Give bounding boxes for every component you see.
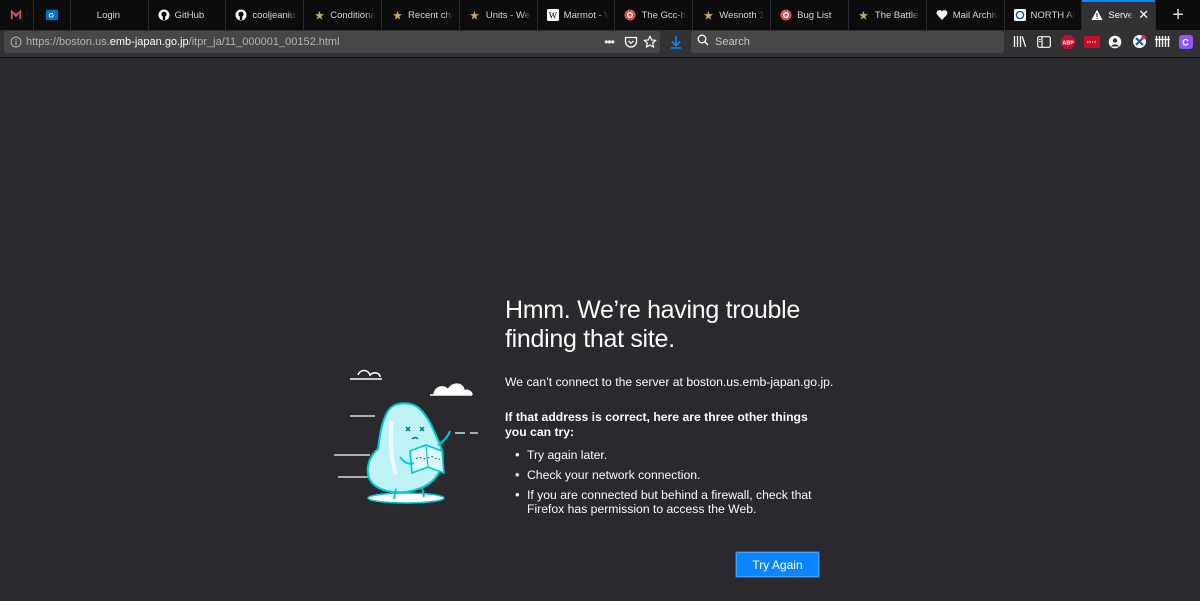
plus-icon: + [1172, 3, 1184, 26]
pinned-tab-mozilla[interactable] [0, 0, 34, 30]
library-button[interactable] [1010, 34, 1030, 54]
site-icon [1013, 9, 1026, 21]
suggestion-item: If you are connected but behind a firewa… [515, 488, 847, 516]
tab-bug-list[interactable]: Bug List [771, 0, 849, 30]
warning-icon [1091, 9, 1103, 21]
svg-text:W: W [548, 11, 557, 21]
tab-conditional[interactable]: Conditional [304, 0, 383, 30]
tab-login[interactable]: Login [71, 0, 149, 30]
account-button[interactable] [1105, 34, 1125, 54]
try-again-button[interactable]: Try Again [735, 551, 820, 578]
tab-github-repo[interactable]: cooljeanius/ [226, 0, 305, 30]
extension-button-4[interactable]: C [1176, 34, 1196, 54]
tab-wesnoth[interactable]: Wesnoth 1.1 [693, 0, 772, 30]
tab-server-not-found[interactable]: Server Not ✕ [1082, 0, 1157, 30]
url-text[interactable]: https://boston.us.emb-japan.go.jp/itpr_j… [26, 36, 340, 48]
tab-label: cooljeanius/ [252, 9, 297, 21]
search-bar[interactable] [691, 31, 1004, 53]
suggestions-heading: If that address is correct, here are thr… [505, 410, 808, 439]
wesnoth-icon [702, 9, 714, 21]
tab-label: Login [96, 9, 121, 21]
sidebar-icon [1037, 35, 1051, 53]
bookmark-star-icon[interactable] [641, 33, 659, 51]
wesnoth-icon [391, 9, 403, 21]
tab-north-america[interactable]: NORTH AME [1005, 0, 1083, 30]
blank-page-icon [80, 9, 92, 21]
tab-marmot[interactable]: W Marmot - W [538, 0, 616, 30]
error-title: Hmm. We’re having trouble finding that s… [505, 296, 800, 353]
tab-label: Bug List [797, 9, 832, 21]
extension-button-3[interactable] [1152, 34, 1172, 54]
wikipedia-icon: W [546, 9, 559, 21]
search-icon [697, 33, 709, 51]
tab-label: The Battle fo [874, 9, 920, 21]
adblock-plus-icon: ABP [1060, 34, 1076, 55]
bugzilla-icon [624, 9, 636, 21]
suggestion-item: Try again later. [515, 448, 847, 462]
info-icon[interactable] [6, 36, 26, 48]
tab-label: Wesnoth 1.1 [719, 9, 765, 21]
tab-github[interactable]: GitHub [149, 0, 227, 30]
url-bar[interactable]: https://boston.us.emb-japan.go.jp/itpr_j… [4, 31, 660, 53]
tab-label: Recent chan [408, 9, 453, 21]
sidebar-button[interactable] [1034, 34, 1054, 54]
tab-label: Conditional [330, 9, 376, 21]
suggestions-list: Try again later. Check your network conn… [505, 448, 847, 522]
wesnoth-icon [469, 9, 481, 21]
error-illustration [330, 365, 490, 510]
tab-label: Units - Wes [485, 9, 531, 21]
pocket-icon[interactable] [622, 33, 640, 51]
tab-units[interactable]: Units - Wes [460, 0, 538, 30]
adblock-badge-text: ABP [1062, 40, 1074, 46]
downloads-button[interactable] [666, 34, 686, 54]
extension-button-2[interactable] [1129, 34, 1149, 54]
account-icon [1108, 35, 1122, 54]
extension-icon [1084, 35, 1100, 53]
wesnoth-icon [313, 9, 325, 21]
suggestion-item: Check your network connection. [515, 468, 847, 482]
extension-icon: C [1179, 34, 1193, 54]
close-tab-icon[interactable]: ✕ [1138, 7, 1149, 23]
tab-mail-archive[interactable]: Mail Archive [927, 0, 1005, 30]
pinned-tab-outlook[interactable]: O [34, 0, 71, 30]
library-icon [1013, 35, 1027, 53]
new-tab-button[interactable]: + [1156, 0, 1200, 30]
url-prefix: https://boston.us. [26, 36, 110, 48]
tab-recent-changes[interactable]: Recent chan [382, 0, 460, 30]
url-domain: emb-japan.go.jp [109, 36, 189, 48]
error-description: We can’t connect to the server at boston… [505, 375, 834, 389]
tab-label: Server Not [1108, 9, 1134, 21]
tab-label: Mail Archive [952, 9, 998, 21]
page-actions-icon[interactable]: ••• [599, 33, 619, 51]
url-path: /itpr_ja/11_000001_00152.html [188, 36, 340, 48]
tab-label: The Gcc-bu [641, 9, 687, 21]
bugzilla-icon [780, 9, 792, 21]
svg-text:C: C [1182, 37, 1189, 47]
download-arrow-icon [669, 35, 683, 54]
tab-gcc-bugs[interactable]: The Gcc-bu [615, 0, 694, 30]
tab-battle[interactable]: The Battle fo [849, 0, 927, 30]
extension-button-1[interactable] [1082, 34, 1102, 54]
tab-strip: O Login GitHub cooljeanius/ Conditional … [0, 0, 1200, 30]
github-icon [158, 9, 170, 21]
outlook-icon: O [45, 9, 58, 21]
navigation-toolbar: https://boston.us.emb-japan.go.jp/itpr_j… [0, 30, 1200, 58]
tab-label: Marmot - W [563, 9, 609, 21]
tab-label: NORTH AME [1030, 9, 1076, 21]
adblock-plus-button[interactable]: ABP [1058, 34, 1078, 54]
mozilla-icon [10, 9, 22, 21]
extension-icon [1154, 35, 1170, 53]
tab-label: GitHub [174, 9, 205, 21]
github-icon [235, 9, 247, 21]
search-input[interactable] [715, 36, 995, 48]
mail-archive-icon [936, 9, 948, 21]
extension-icon [1132, 34, 1147, 54]
svg-text:O: O [48, 13, 54, 20]
wesnoth-icon [858, 9, 870, 21]
